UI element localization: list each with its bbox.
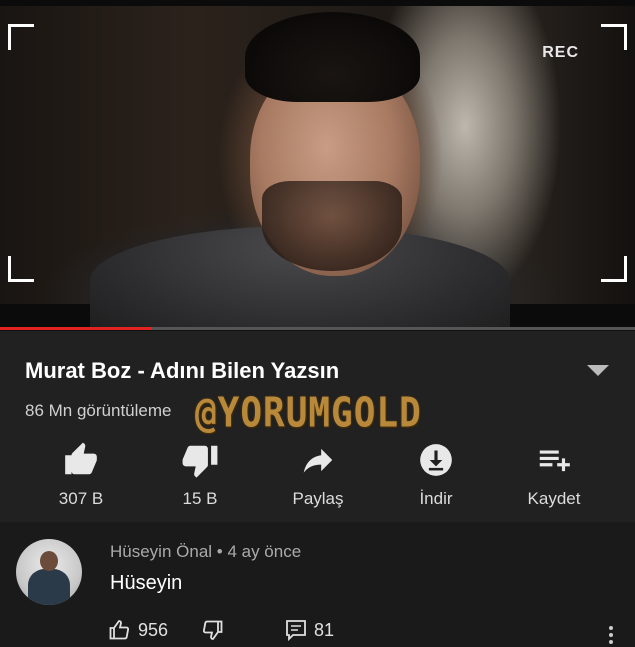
- video-progress-bar[interactable]: [0, 327, 635, 330]
- viewfinder-corner-bottom-right: [601, 256, 627, 282]
- comment-dislike-button[interactable]: [200, 617, 224, 643]
- video-player[interactable]: REC: [0, 0, 635, 330]
- avatar-body: [28, 569, 70, 605]
- reply-icon: [286, 620, 306, 642]
- avatar-head: [40, 551, 58, 571]
- comment-like-button[interactable]: 956: [108, 617, 168, 643]
- view-count: 86 Mn görüntüleme: [25, 401, 172, 420]
- comment-item: Hüseyin Önal • 4 ay önce Hüseyin 956 81: [0, 522, 635, 647]
- comment-reply-count: 81: [314, 619, 335, 640]
- video-subject-beard: [262, 181, 402, 271]
- video-title: Murat Boz - Adını Bilen Yazsın: [25, 358, 340, 383]
- thumbs-up-icon: [65, 442, 97, 475]
- thumbs-up-outline-icon: [109, 620, 130, 640]
- watermark: @YORUMGOLD: [195, 389, 422, 438]
- download-button[interactable]: İndir: [381, 441, 491, 516]
- comment-like-count: 956: [138, 619, 169, 640]
- more-options-icon[interactable]: [609, 626, 613, 647]
- share-label: Paylaş: [292, 489, 344, 508]
- video-progress-fill: [0, 327, 153, 330]
- video-actions-row: 307 B 15 B Paylaş İndir Kaydet: [0, 441, 635, 516]
- share-icon: [303, 448, 333, 473]
- comment-actions: 956 81: [108, 617, 628, 643]
- rec-label: REC: [542, 44, 579, 61]
- download-label: İndir: [419, 489, 453, 508]
- chevron-down-icon[interactable]: [587, 365, 609, 376]
- video-subject-hair: [245, 12, 420, 102]
- video-info-panel: Murat Boz - Adını Bilen Yazsın 86 Mn gör…: [0, 331, 635, 522]
- share-button[interactable]: Paylaş: [263, 441, 373, 516]
- dislike-count: 15 B: [182, 489, 218, 508]
- playlist-add-icon: [539, 450, 570, 472]
- comment-author-meta: Hüseyin Önal • 4 ay önce: [110, 542, 302, 561]
- viewfinder-corner-top-right: [601, 24, 627, 50]
- comment-replies-button[interactable]: 81: [284, 617, 334, 643]
- avatar[interactable]: [16, 539, 82, 605]
- like-button[interactable]: 307 B: [26, 441, 136, 516]
- video-frame: [0, 6, 635, 330]
- like-count: 307 B: [58, 489, 104, 508]
- save-button[interactable]: Kaydet: [499, 441, 609, 516]
- dislike-button[interactable]: 15 B: [145, 441, 255, 516]
- thumbs-down-outline-icon: [202, 620, 223, 640]
- viewfinder-corner-top-left: [8, 24, 34, 50]
- comment-text: Hüseyin: [110, 572, 183, 594]
- download-icon: [420, 444, 452, 476]
- viewfinder-corner-bottom-left: [8, 256, 34, 282]
- save-label: Kaydet: [527, 489, 581, 508]
- thumbs-down-icon: [182, 445, 218, 478]
